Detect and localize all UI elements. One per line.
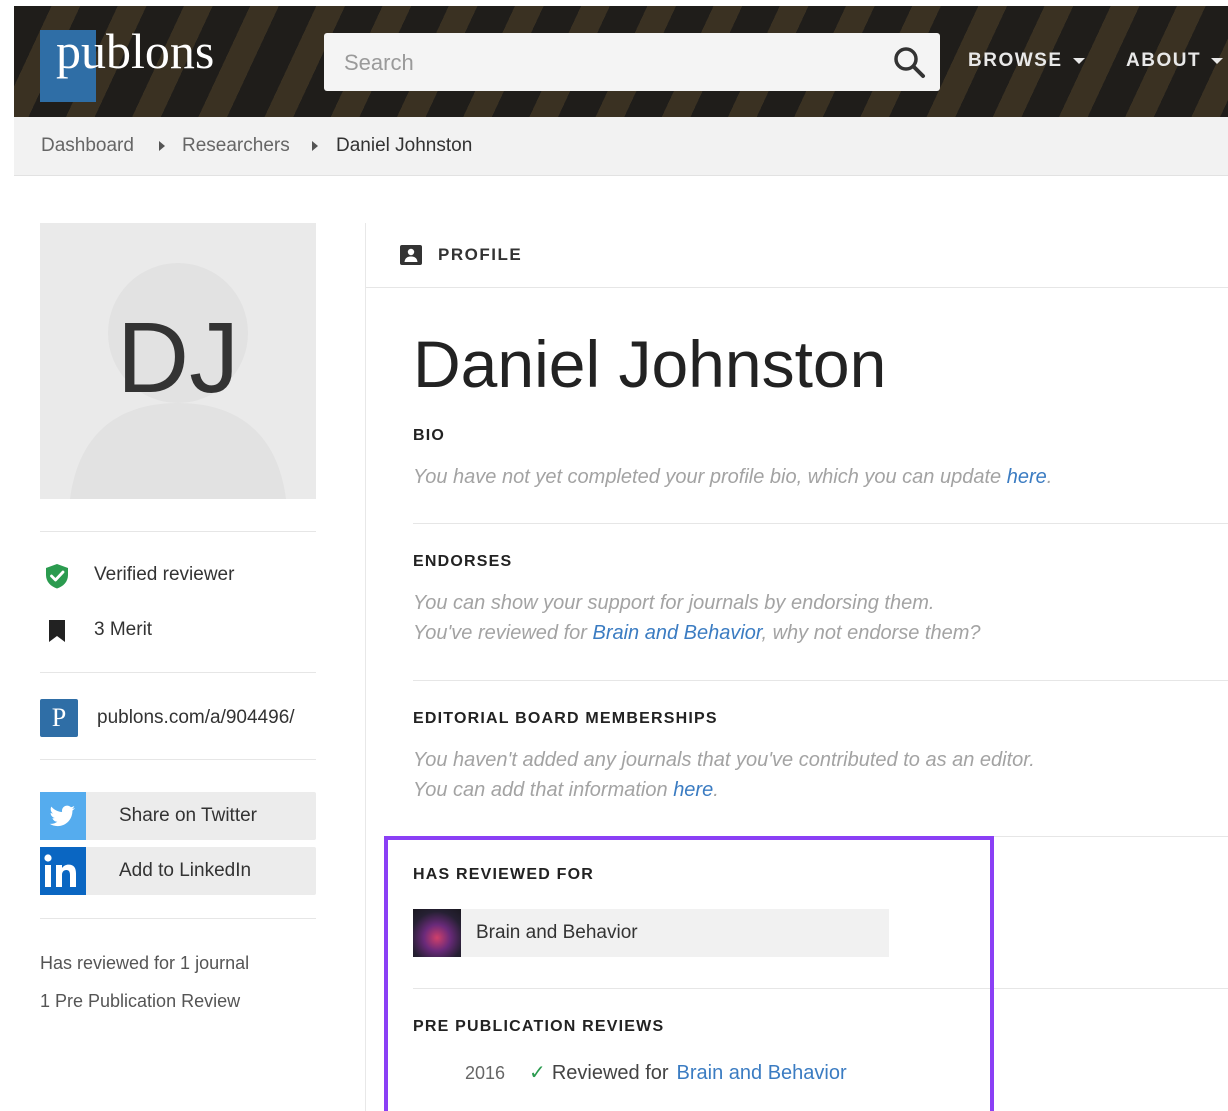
merit-label: 3 Merit	[94, 619, 153, 640]
bio-title: BIO	[413, 427, 446, 444]
breadcrumb-separator-icon	[159, 141, 165, 151]
bio-update-link[interactable]: here	[1007, 466, 1047, 488]
avatar-initials: DJ	[116, 302, 240, 414]
share-twitter-label: Share on Twitter	[119, 805, 258, 826]
bio-period: .	[1046, 466, 1053, 488]
divider	[413, 523, 1228, 524]
editorial-add-link[interactable]: here	[673, 779, 713, 801]
editorial-prefix: You can add that information	[413, 779, 674, 801]
breadcrumb-current: Daniel Johnston	[336, 135, 473, 156]
twitter-icon	[40, 792, 86, 840]
profile-url[interactable]: publons.com/a/904496/	[97, 707, 295, 729]
breadcrumb-dashboard[interactable]: Dashboard	[41, 135, 134, 157]
column-divider	[365, 223, 366, 1111]
add-linkedin-label: Add to LinkedIn	[119, 860, 252, 881]
divider	[40, 918, 316, 919]
verified-reviewer-label: Verified reviewer	[94, 564, 235, 585]
linkedin-icon	[40, 847, 86, 895]
divider	[40, 672, 316, 673]
divider	[40, 759, 316, 760]
breadcrumb-researchers[interactable]: Researchers	[182, 135, 290, 157]
pre-publication-count: 1 Pre Publication Review	[40, 991, 241, 1011]
avatar: DJ	[40, 223, 316, 499]
bio-text: You have not yet completed your profile …	[413, 466, 1052, 489]
editorial-line1: You haven't added any journals that you'…	[413, 749, 1035, 771]
chevron-down-icon	[1211, 57, 1224, 64]
nav-about-label: ABOUT	[1126, 50, 1202, 71]
search-icon[interactable]	[892, 45, 926, 79]
top-navbar: publons BROWSE ABOUT	[14, 6, 1228, 117]
divider	[413, 680, 1228, 681]
add-linkedin-button[interactable]: Add to LinkedIn	[40, 847, 316, 895]
bio-message: You have not yet completed your profile …	[413, 466, 1007, 488]
chevron-down-icon	[1072, 57, 1085, 64]
nav-browse[interactable]: BROWSE	[968, 50, 1085, 72]
publons-logo[interactable]: publons	[56, 22, 214, 80]
reviewed-journals-count: Has reviewed for 1 journal	[40, 953, 250, 973]
publons-p-icon: P	[40, 699, 78, 737]
nav-browse-label: BROWSE	[968, 50, 1063, 71]
bookmark-icon	[49, 620, 65, 642]
editorial-line2: You can add that information here.	[413, 779, 719, 802]
endorses-line1: You can show your support for journals b…	[413, 592, 935, 614]
search-input[interactable]	[342, 33, 866, 93]
divider	[40, 531, 316, 532]
endorses-line2: You've reviewed for Brain and Behavior, …	[413, 622, 981, 645]
share-twitter-button[interactable]: Share on Twitter	[40, 792, 316, 840]
profile-card-icon	[400, 245, 422, 265]
editorial-suffix: .	[713, 779, 719, 801]
breadcrumb: Dashboard Researchers Daniel Johnston	[14, 117, 1228, 176]
researcher-name: Daniel Johnston	[413, 327, 887, 401]
endorses-title: ENDORSES	[413, 553, 513, 570]
profile-section-header: PROFILE	[366, 223, 1228, 288]
editorial-title: EDITORIAL BOARD MEMBERSHIPS	[413, 710, 718, 727]
breadcrumb-separator-icon	[312, 141, 318, 151]
highlight-box	[384, 836, 994, 1111]
nav-about[interactable]: ABOUT	[1126, 50, 1224, 72]
endorses-prefix: You've reviewed for	[413, 622, 593, 644]
search-bar[interactable]	[324, 33, 940, 93]
shield-check-icon	[46, 564, 68, 589]
endorses-suffix: , why not endorse them?	[761, 622, 981, 644]
endorse-journal-link[interactable]: Brain and Behavior	[592, 622, 761, 644]
profile-section-label: PROFILE	[438, 245, 523, 264]
